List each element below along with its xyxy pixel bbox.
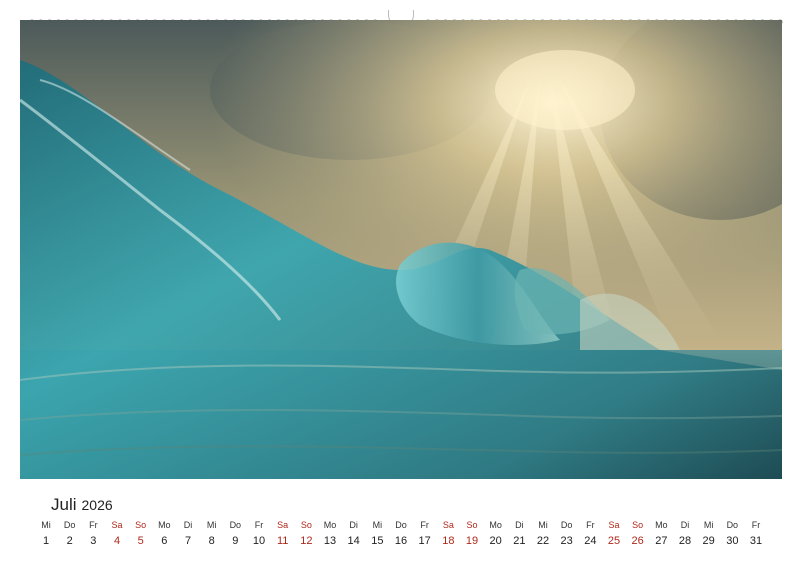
day-cell: So 26 (627, 518, 649, 550)
day-cell: Mi 29 (698, 518, 720, 550)
day-cell: Do 16 (390, 518, 412, 550)
day-number: 17 (418, 535, 431, 547)
weekday-label: So (135, 520, 147, 530)
weekday-label: Mi (538, 520, 548, 530)
day-cell: Di 28 (674, 518, 696, 550)
day-cell: Mo 6 (153, 518, 175, 550)
day-cell: Mi 22 (532, 518, 554, 550)
month-name: Juli (51, 495, 77, 514)
day-number: 22 (536, 535, 550, 547)
day-cell: Sa 11 (272, 518, 294, 550)
weekday-label: Mo (489, 520, 502, 530)
weekday-label: Do (726, 520, 739, 530)
day-number: 9 (232, 535, 239, 547)
day-cell: Di 14 (343, 518, 365, 550)
day-cell: Di 7 (177, 518, 199, 550)
year-label: 2026 (81, 497, 113, 513)
day-cell: So 19 (461, 518, 483, 550)
calendar-strip: Juli 2026 Mi 1 Do 2 Fr 3 Sa 4 So 5 Mo 6 Di 7 Mi 8 Do 9 Fr 10… (20, 485, 782, 557)
day-cell: Fr 24 (579, 518, 601, 550)
day-number: 12 (300, 535, 313, 547)
day-number: 15 (371, 535, 384, 547)
weekday-label: Mi (206, 520, 217, 530)
day-number: 14 (347, 535, 360, 547)
weekday-label: Fr (420, 520, 429, 530)
day-number: 16 (394, 535, 408, 547)
ocean-wave-image (20, 20, 782, 479)
day-cell: Do 30 (721, 518, 743, 550)
weekday-label: Fr (751, 520, 761, 530)
day-grid: Mi 1 Do 2 Fr 3 Sa 4 So 5 Mo 6 Di 7 Mi 8 Do 9 Fr 10 Sa 11 So 12 M… (41, 518, 762, 550)
weekday-label: So (466, 520, 478, 530)
weekday-label: Mo (655, 520, 668, 530)
weekday-label: Sa (277, 520, 289, 530)
day-number: 27 (655, 535, 668, 547)
day-number: 20 (489, 535, 502, 547)
day-cell: So 12 (295, 518, 317, 550)
weekday-label: Mi (703, 520, 714, 530)
day-cell: Mo 13 (319, 518, 341, 550)
weekday-label: Sa (442, 520, 454, 530)
weekday-label: So (300, 520, 312, 530)
day-number: 29 (702, 535, 715, 547)
day-number: 2 (66, 535, 73, 547)
day-cell: Sa 18 (437, 518, 459, 550)
day-number: 23 (560, 535, 573, 547)
month-title: Juli 2026 (51, 495, 113, 515)
weekday-label: Do (229, 520, 242, 530)
weekday-label: Mi (41, 520, 51, 530)
day-number: 24 (584, 535, 597, 547)
day-number: 25 (607, 535, 621, 547)
day-cell: Sa 25 (603, 518, 625, 550)
day-number: 26 (631, 535, 644, 547)
weekday-label: Mo (158, 520, 171, 530)
day-cell: Do 23 (556, 518, 578, 550)
weekday-label: Sa (111, 520, 123, 530)
day-cell: Fr 17 (414, 518, 436, 550)
day-cell: Do 9 (224, 518, 246, 550)
day-cell: Fr 10 (248, 518, 270, 550)
day-cell: Mi 15 (366, 518, 388, 550)
weekday-label: Di (680, 520, 690, 530)
weekday-label: Do (395, 520, 407, 530)
day-number: 13 (323, 535, 337, 547)
weekday-label: Fr (89, 520, 98, 530)
day-number: 10 (252, 535, 266, 547)
day-number: 11 (276, 535, 289, 547)
day-number: 8 (208, 535, 215, 547)
day-cell: Fr 31 (745, 518, 767, 550)
day-cell: So 5 (130, 518, 152, 550)
day-number: 31 (749, 535, 763, 547)
day-number: 6 (161, 535, 168, 547)
weekday-label: Di (183, 520, 193, 530)
day-number: 7 (184, 535, 192, 547)
day-cell: Mi 1 (35, 518, 57, 550)
weekday-label: So (632, 520, 644, 530)
weekday-label: Fr (254, 520, 264, 530)
weekday-label: Fr (586, 520, 595, 530)
day-cell: Mi 8 (201, 518, 223, 550)
day-number: 5 (137, 535, 144, 547)
weekday-label: Do (560, 520, 573, 530)
day-number: 30 (726, 535, 739, 547)
day-number: 18 (442, 535, 455, 547)
day-cell: Mo 27 (650, 518, 672, 550)
weekday-label: Sa (608, 520, 620, 530)
day-cell: Mo 20 (485, 518, 507, 550)
day-number: 28 (678, 535, 692, 547)
day-cell: Fr 3 (82, 518, 104, 550)
day-number: 21 (513, 535, 526, 547)
weekday-label: Do (63, 520, 76, 530)
day-number: 3 (90, 535, 97, 547)
weekday-label: Mo (323, 520, 337, 530)
weekday-label: Mi (372, 520, 383, 530)
day-cell: Sa 4 (106, 518, 128, 550)
weekday-label: Di (349, 520, 358, 530)
day-number: 4 (113, 535, 121, 547)
day-number: 19 (465, 535, 479, 547)
weekday-label: Di (515, 520, 524, 530)
day-cell: Di 21 (508, 518, 530, 550)
day-cell: Do 2 (59, 518, 81, 550)
day-number: 1 (42, 535, 50, 547)
